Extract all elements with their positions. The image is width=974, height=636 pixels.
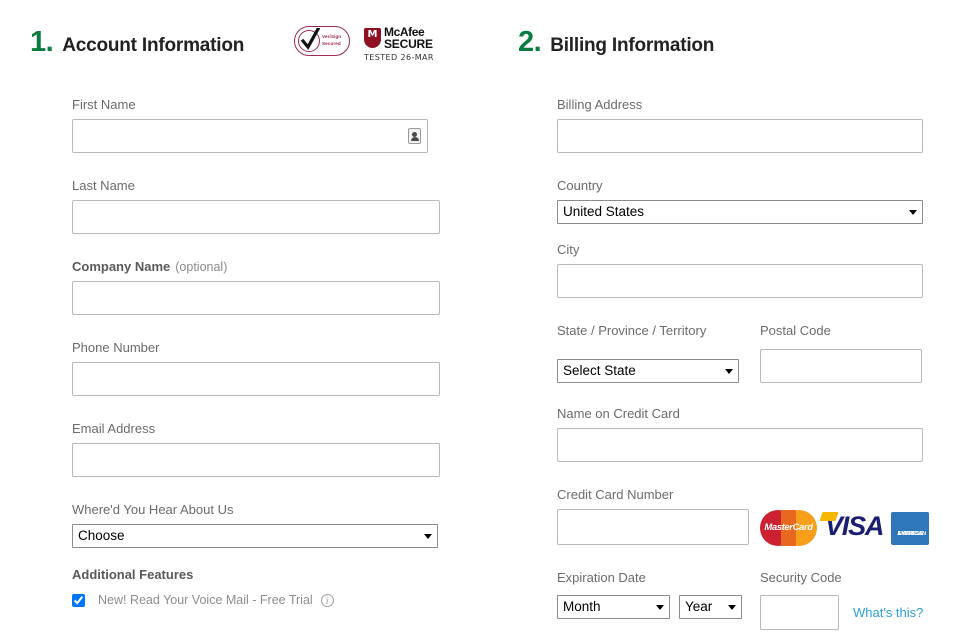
referral-source-select-wrap: Choose	[72, 524, 438, 548]
card-number-label: Credit Card Number	[557, 487, 674, 502]
verisign-line-2: Secured	[322, 41, 341, 47]
expiration-date-field: Expiration Date Month Year	[557, 570, 742, 619]
account-section-header: 1. Account Information	[30, 28, 244, 57]
postal-code-label: Postal Code	[760, 323, 831, 338]
mastercard-logo: MasterCard	[760, 510, 817, 546]
verisign-line-1: VeriSign	[322, 34, 342, 39]
mcafee-shield-letter: M	[367, 29, 378, 41]
mcafee-wordmark: McAfee SECURE	[384, 26, 433, 52]
security-code-input[interactable]	[760, 595, 839, 630]
security-code-field: Security Code What's this?	[760, 570, 923, 630]
last-name-label: Last Name	[72, 178, 135, 193]
email-address-input[interactable]	[72, 443, 440, 477]
info-icon[interactable]: i	[320, 593, 334, 607]
name-on-card-field: Name on Credit Card	[557, 406, 923, 462]
email-address-label: Email Address	[72, 421, 156, 436]
amex-logo: AMERICAN EXPRESS	[891, 511, 930, 545]
state-field: State / Province / Territory Select Stat…	[557, 323, 739, 383]
autofill-contact-icon[interactable]	[408, 128, 421, 144]
voice-mail-checkbox-label: New! Read Your Voice Mail - Free Trial	[98, 593, 313, 607]
security-code-row: What's this?	[760, 595, 923, 630]
expiration-year-select[interactable]: Year	[679, 595, 742, 619]
expiration-month-wrap: Month	[557, 595, 670, 619]
trust-badges: VeriSign Secured M McAfee SECURE TESTED …	[294, 26, 434, 62]
visa-logo: VISA	[825, 512, 884, 544]
name-on-card-input[interactable]	[557, 428, 923, 462]
account-section-title: Account Information	[62, 35, 245, 56]
mcafee-secure-badge: M McAfee SECURE TESTED 26-MAR	[364, 26, 434, 62]
phone-number-label: Phone Number	[72, 340, 160, 355]
additional-features-group: Additional Features New! Read Your Voice…	[72, 567, 334, 607]
mastercard-wordmark: MasterCard	[764, 522, 813, 533]
referral-source-select[interactable]: Choose	[72, 524, 438, 548]
mcafee-tested-date: TESTED 26-MAR	[364, 53, 434, 63]
state-label: State / Province / Territory	[557, 323, 707, 338]
checkout-form-page: 1. Account Information VeriSign Secured …	[0, 0, 974, 636]
city-label: City	[557, 242, 580, 257]
referral-source-field: Where'd You Hear About Us Choose	[72, 502, 438, 548]
last-name-input[interactable]	[72, 200, 440, 234]
country-select-wrap: United States	[557, 200, 923, 224]
email-address-field: Email Address	[72, 421, 440, 477]
country-field: Country United States	[557, 178, 923, 224]
company-name-input[interactable]	[72, 281, 440, 315]
city-field: City	[557, 242, 923, 298]
mcafee-shield-icon: M	[364, 28, 381, 49]
last-name-field: Last Name	[72, 178, 440, 234]
postal-code-field: Postal Code	[760, 323, 922, 383]
name-on-card-label: Name on Credit Card	[557, 406, 680, 421]
company-name-optional-tag: (optional)	[175, 260, 228, 274]
verisign-secured-badge: VeriSign Secured	[294, 26, 350, 56]
billing-section-title: Billing Information	[550, 35, 715, 56]
billing-section-number: 2.	[518, 26, 542, 58]
company-name-label-text: Company Name	[72, 259, 171, 274]
billing-address-label: Billing Address	[557, 97, 643, 112]
phone-number-field: Phone Number	[72, 340, 440, 396]
verisign-checkmark-icon	[300, 28, 320, 50]
verisign-badge-text: VeriSign Secured	[322, 33, 341, 47]
state-select-wrap: Select State	[557, 359, 739, 383]
expiration-year-wrap: Year	[679, 595, 742, 619]
additional-features-label: Additional Features	[72, 567, 194, 582]
billing-address-input[interactable]	[557, 119, 923, 153]
amex-line-2: EXPRESS	[897, 530, 923, 537]
state-select[interactable]: Select State	[557, 359, 739, 383]
accepted-card-logos: MasterCard VISA AMERICAN EXPRESS	[760, 510, 930, 546]
voice-mail-checkbox[interactable]	[72, 593, 85, 607]
billing-section-header: 2. Billing Information	[518, 28, 714, 57]
first-name-field: First Name	[72, 97, 428, 153]
company-name-label: Company Name (optional)	[72, 259, 440, 274]
expiration-date-label: Expiration Date	[557, 570, 646, 585]
phone-number-input[interactable]	[72, 362, 440, 396]
security-code-help-link[interactable]: What's this?	[853, 605, 923, 620]
mcafee-badge-row: M McAfee SECURE	[364, 26, 434, 50]
expiration-month-select[interactable]: Month	[557, 595, 670, 619]
card-number-field: Credit Card Number	[557, 487, 749, 545]
billing-address-field: Billing Address	[557, 97, 923, 153]
first-name-input[interactable]	[72, 119, 428, 153]
security-code-label: Security Code	[760, 570, 842, 585]
account-section-number: 1.	[30, 26, 54, 58]
amex-wordmark: AMERICAN EXPRESS	[894, 521, 926, 537]
first-name-label: First Name	[72, 97, 136, 112]
voice-mail-feature-row: New! Read Your Voice Mail - Free Trial i	[72, 593, 334, 607]
company-name-field: Company Name (optional)	[72, 259, 440, 315]
city-input[interactable]	[557, 264, 923, 298]
expiration-selects-row: Month Year	[557, 595, 742, 619]
mcafee-line-2: SECURE	[384, 37, 433, 52]
country-label: Country	[557, 178, 603, 193]
card-number-input[interactable]	[557, 509, 749, 545]
referral-source-label: Where'd You Hear About Us	[72, 502, 234, 517]
postal-code-input[interactable]	[760, 349, 922, 383]
country-select[interactable]: United States	[557, 200, 923, 224]
